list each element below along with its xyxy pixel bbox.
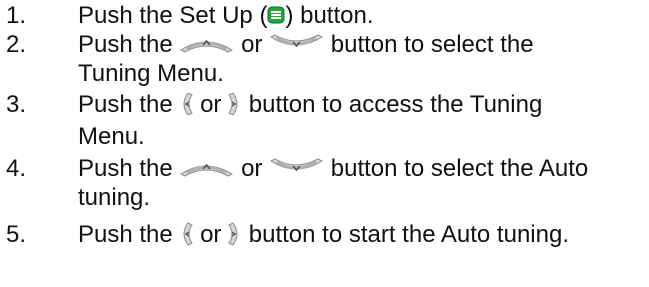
right-button-icon	[228, 222, 242, 246]
step-number: 4.	[6, 155, 27, 182]
step-text: or	[234, 155, 270, 182]
step-line: Push the or button to select the	[78, 30, 646, 59]
step-line: tuning.	[78, 184, 151, 211]
left-button-icon	[179, 222, 194, 246]
step-item: 5. Push the or button to start the Auto …	[6, 220, 646, 249]
step-item: 2. Push the or button to select the Tuni…	[6, 30, 646, 88]
step-text: Push the	[78, 155, 180, 182]
step-text: or	[234, 31, 270, 58]
step-item: 3. Push the or button to access the Tuni…	[6, 90, 646, 154]
step-line: Push the Set Up ( ) button.	[78, 1, 646, 30]
step-line: Push the or button to select the Auto	[78, 154, 646, 183]
step-text: Push the	[78, 31, 180, 58]
down-button-icon	[269, 34, 324, 53]
up-button-icon	[179, 34, 234, 53]
step-text: button to select the	[324, 31, 534, 58]
step-number: 3.	[6, 91, 27, 118]
step-text: Push the	[78, 221, 180, 248]
step-text: button to access the Tuning	[242, 91, 543, 118]
step-number: 2.	[6, 31, 27, 58]
step-text: or	[193, 221, 229, 248]
step-text: or	[193, 91, 229, 118]
step-item: 1. Push the Set Up ( ) button.	[6, 1, 646, 30]
step-text: Push the	[78, 91, 180, 118]
set-up-button-icon	[267, 6, 285, 24]
step-text: button to start the Auto tuning.	[242, 221, 569, 248]
step-text: Push the Set Up (	[78, 2, 268, 29]
step-line: Menu.	[78, 123, 145, 150]
right-button-icon	[228, 92, 242, 116]
left-button-icon	[179, 92, 194, 116]
down-button-icon	[269, 158, 324, 177]
step-number: 1.	[6, 2, 27, 29]
step-text: ) button.	[285, 2, 374, 29]
instruction-steps: 1. Push the Set Up ( ) button. 2. Push th…	[6, 0, 646, 249]
step-item: 4. Push the or button to select the Auto…	[6, 154, 646, 212]
step-line: Push the or button to start the Auto tun…	[78, 220, 646, 249]
up-button-icon	[179, 158, 234, 177]
step-number: 5.	[6, 221, 27, 248]
step-text: button to select the Auto	[324, 155, 589, 182]
step-line: Push the or button to access the Tuning	[78, 90, 646, 119]
step-line: Tuning Menu.	[78, 60, 224, 87]
